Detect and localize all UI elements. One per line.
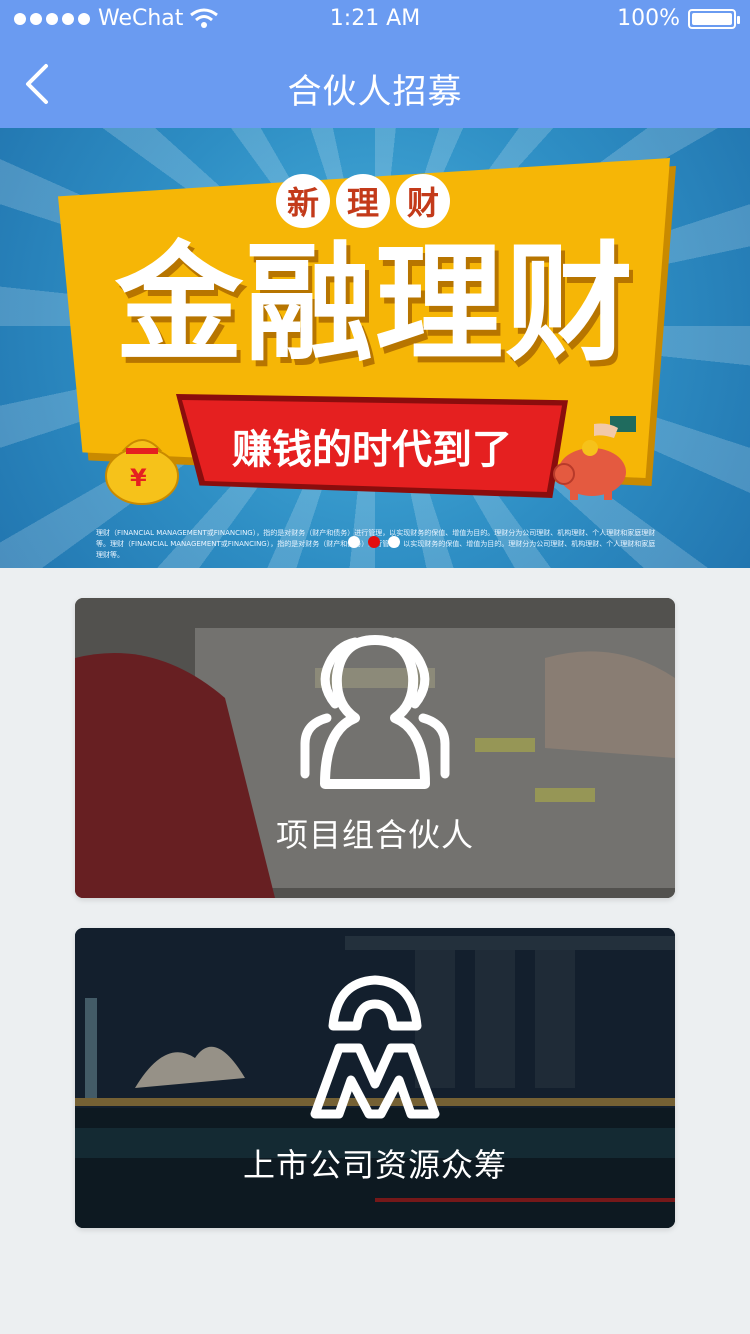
badge-char: 理 xyxy=(336,174,390,228)
banner-badges: 新 理 财 xyxy=(276,174,450,228)
battery-info: 100% xyxy=(617,6,740,31)
badge-char: 新 xyxy=(276,174,330,228)
carousel-indicator xyxy=(348,536,400,548)
page-title: 合伙人招募 xyxy=(287,72,463,112)
crowdfunding-people-icon xyxy=(310,975,440,1119)
money-bag-icon: ¥ xyxy=(105,439,179,505)
partner-group-icon xyxy=(300,635,450,789)
carousel-dot[interactable] xyxy=(388,536,400,548)
project-partner-card[interactable]: 项目组合伙人 xyxy=(75,598,675,898)
status-bar: WeChat 1:21 AM 100% xyxy=(0,0,750,40)
crowdfunding-card[interactable]: 上市公司资源众筹 xyxy=(75,928,675,1228)
carousel-dot-active[interactable] xyxy=(368,536,380,548)
banner-headline: 金融理财 xyxy=(114,230,635,379)
piggy-bank-icon xyxy=(553,416,636,500)
app-header: WeChat 1:21 AM 100% 合伙人招募 xyxy=(0,0,750,128)
card-label: 上市公司资源众筹 xyxy=(242,1146,507,1184)
battery-percent: 100% xyxy=(617,6,680,31)
svg-text:¥: ¥ xyxy=(130,464,147,492)
badge-char: 财 xyxy=(396,174,450,228)
carousel-dot[interactable] xyxy=(348,536,360,548)
card-label: 项目组合伙人 xyxy=(275,816,474,854)
nav-bar: 合伙人招募 xyxy=(0,40,750,128)
promo-banner[interactable]: 新 理 财 金融理财 赚钱的时代到了 ¥ 理财（FINANCIAL MANAGE… xyxy=(0,128,750,568)
banner-ribbon: 赚钱的时代到了 xyxy=(182,400,562,492)
battery-icon xyxy=(688,8,740,29)
